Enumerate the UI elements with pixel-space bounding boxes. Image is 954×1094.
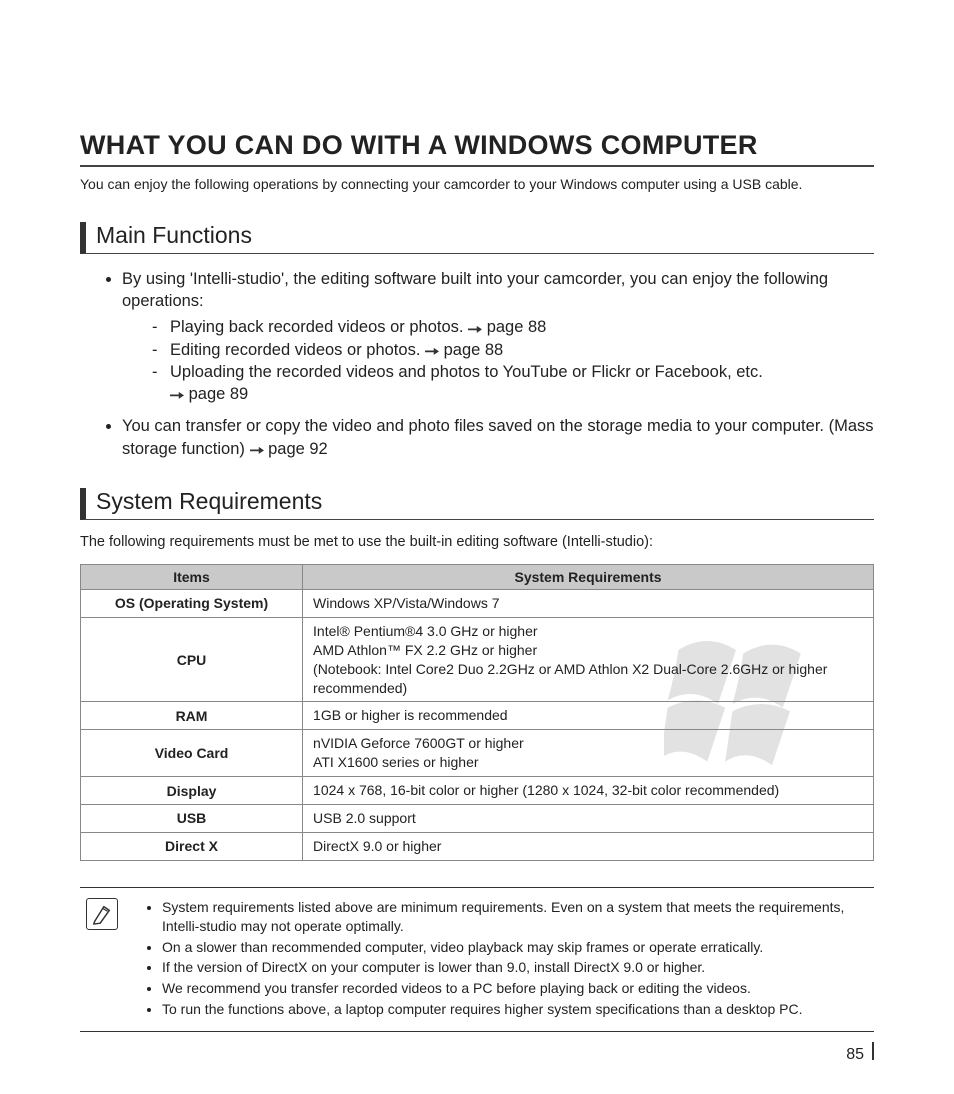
sysreq-intro: The following requirements must be met t… xyxy=(80,534,874,550)
page-number: 85 xyxy=(846,1046,864,1064)
cell-label: Display xyxy=(81,777,303,805)
system-requirements-table: Items System Requirements OS (Operating … xyxy=(80,564,874,861)
page-title: WHAT YOU CAN DO WITH A WINDOWS COMPUTER xyxy=(80,130,874,167)
table-header-items: Items xyxy=(81,565,303,590)
note-icon xyxy=(86,898,118,930)
table-row: RAM 1GB or higher is recommended xyxy=(81,702,874,730)
table-header-sysreq: System Requirements xyxy=(303,565,874,590)
cell-value: Windows XP/Vista/Windows 7 xyxy=(303,590,874,618)
cell-label: RAM xyxy=(81,702,303,730)
cell-value: 1GB or higher is recommended xyxy=(303,702,874,730)
pageref-arrow-icon xyxy=(170,384,184,406)
note-list: System requirements listed above are min… xyxy=(130,898,868,1021)
list-text: Playing back recorded videos or photos. xyxy=(170,318,468,336)
table-header-row: Items System Requirements xyxy=(81,565,874,590)
note-item: On a slower than recommended computer, v… xyxy=(162,938,868,957)
main-functions-heading: Main Functions xyxy=(80,222,874,254)
list-item: Editing recorded videos or photos. page … xyxy=(152,339,874,361)
list-item: Uploading the recorded videos and photos… xyxy=(152,361,874,406)
page-ref: page 88 xyxy=(444,341,504,359)
cell-label: Direct X xyxy=(81,832,303,860)
note-item: System requirements listed above are min… xyxy=(162,898,868,936)
table-row: Display 1024 x 768, 16-bit color or high… xyxy=(81,777,874,805)
sub-list: Playing back recorded videos or photos. … xyxy=(122,316,874,405)
cell-value: DirectX 9.0 or higher xyxy=(303,832,874,860)
list-text: Editing recorded videos or photos. xyxy=(170,341,425,359)
main-functions-list: By using 'Intelli-studio', the editing s… xyxy=(80,268,874,460)
document-page: WHAT YOU CAN DO WITH A WINDOWS COMPUTER … xyxy=(80,130,874,1064)
table-row: OS (Operating System) Windows XP/Vista/W… xyxy=(81,590,874,618)
cell-line: ATI X1600 series or higher xyxy=(313,753,863,772)
pageref-arrow-icon xyxy=(425,340,439,362)
page-ref: page 88 xyxy=(487,318,547,336)
page-ref: page 89 xyxy=(189,385,249,403)
cell-line: AMD Athlon™ FX 2.2 GHz or higher xyxy=(313,641,863,660)
pageref-arrow-icon xyxy=(468,317,482,339)
list-item: You can transfer or copy the video and p… xyxy=(122,415,874,460)
page-ref: page 92 xyxy=(268,440,328,458)
page-footer: 85 xyxy=(80,1046,874,1064)
cell-label: Video Card xyxy=(81,730,303,777)
page-number-divider xyxy=(872,1042,874,1060)
system-requirements-heading: System Requirements xyxy=(80,488,874,520)
note-box: System requirements listed above are min… xyxy=(80,887,874,1032)
table-row: Direct X DirectX 9.0 or higher xyxy=(81,832,874,860)
cell-label: OS (Operating System) xyxy=(81,590,303,618)
pageref-arrow-icon xyxy=(250,439,264,461)
cell-line: Intel® Pentium®4 3.0 GHz or higher xyxy=(313,622,863,641)
cell-value: USB 2.0 support xyxy=(303,805,874,833)
cell-value: Intel® Pentium®4 3.0 GHz or higher AMD A… xyxy=(303,617,874,702)
table-row: USB USB 2.0 support xyxy=(81,805,874,833)
cell-value: nVIDIA Geforce 7600GT or higher ATI X160… xyxy=(303,730,874,777)
intro-text: You can enjoy the following operations b… xyxy=(80,175,874,194)
table-row: CPU Intel® Pentium®4 3.0 GHz or higher A… xyxy=(81,617,874,702)
note-item: To run the functions above, a laptop com… xyxy=(162,1000,868,1019)
sysreq-table-wrap: Items System Requirements OS (Operating … xyxy=(80,564,874,861)
cell-line: nVIDIA Geforce 7600GT or higher xyxy=(313,734,863,753)
note-item: If the version of DirectX on your comput… xyxy=(162,958,868,977)
cell-line: (Notebook: Intel Core2 Duo 2.2GHz or AMD… xyxy=(313,660,863,698)
list-text: Uploading the recorded videos and photos… xyxy=(170,363,763,381)
list-text: You can transfer or copy the video and p… xyxy=(122,417,874,457)
list-item: Playing back recorded videos or photos. … xyxy=(152,316,874,338)
cell-label: USB xyxy=(81,805,303,833)
cell-value: 1024 x 768, 16-bit color or higher (1280… xyxy=(303,777,874,805)
list-text: By using 'Intelli-studio', the editing s… xyxy=(122,270,828,310)
cell-label: CPU xyxy=(81,617,303,702)
note-item: We recommend you transfer recorded video… xyxy=(162,979,868,998)
table-row: Video Card nVIDIA Geforce 7600GT or high… xyxy=(81,730,874,777)
list-item: By using 'Intelli-studio', the editing s… xyxy=(122,268,874,406)
